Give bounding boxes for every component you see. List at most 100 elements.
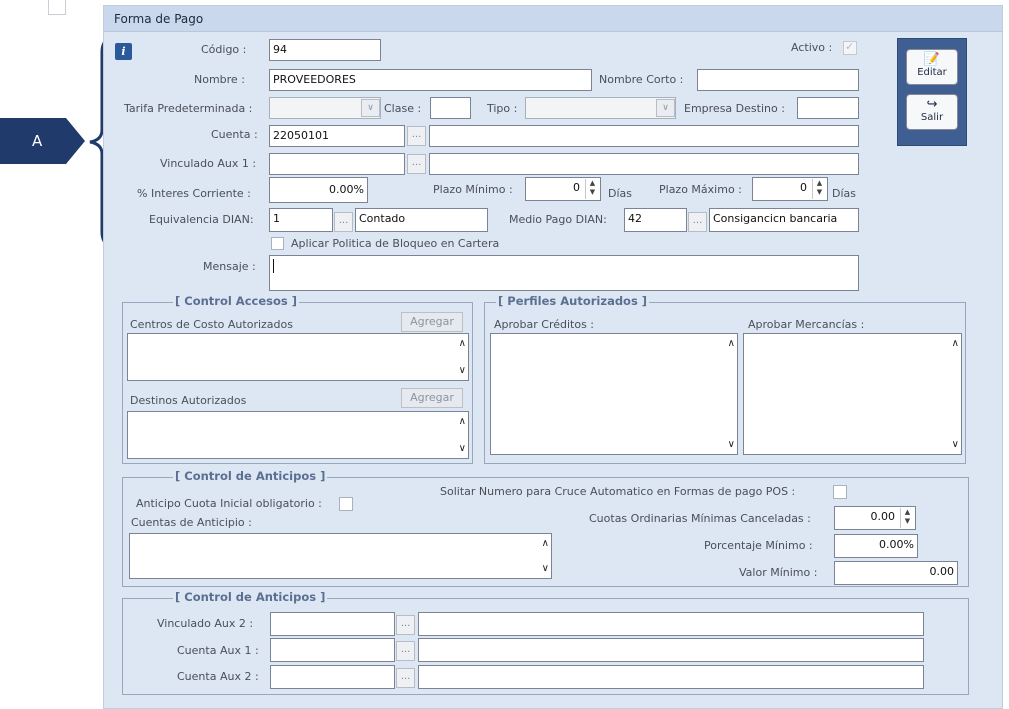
check-icon: ✓ [845, 40, 855, 53]
plazo-maximo-field[interactable]: 0 ▲ ▼ [752, 177, 828, 201]
scrollbar[interactable]: ∧ ∨ [451, 412, 468, 458]
nombre-corto-field[interactable] [697, 69, 859, 91]
equivalencia-dian-field[interactable]: 1 [269, 208, 333, 232]
porcentaje-minimo-field[interactable]: 0.00% [834, 534, 918, 558]
chevron-down-icon[interactable]: ∨ [459, 365, 466, 376]
scrollbar[interactable]: ∧ ∨ [944, 334, 961, 454]
callout-arrow-shape [0, 118, 85, 164]
medio-pago-dian-field[interactable]: 42 [624, 208, 687, 232]
plazo-maximo-spinner[interactable]: ▲ ▼ [812, 179, 826, 199]
cuota-inicial-checkbox[interactable] [339, 497, 353, 511]
cuenta-aux2-field[interactable] [270, 665, 395, 689]
tipo-label: Tipo : [487, 102, 518, 115]
chevron-up-icon[interactable]: ∧ [542, 538, 549, 549]
chevron-up-icon[interactable]: ∧ [459, 338, 466, 349]
cuenta-label: Cuenta : [211, 128, 258, 141]
destinos-list[interactable]: ∧ ∨ [127, 411, 469, 459]
plazo-minimo-spinner[interactable]: ▲ ▼ [585, 179, 599, 199]
cuenta-field[interactable]: 22050101 [269, 125, 405, 147]
plazo-maximo-label: Plazo Máximo : [659, 183, 742, 196]
chevron-down-icon[interactable]: ∨ [656, 99, 675, 117]
codigo-label: Código : [201, 43, 247, 56]
codigo-field[interactable]: 94 [269, 39, 381, 61]
chevron-down-icon[interactable]: ∨ [361, 99, 380, 117]
aplicar-politica-checkbox[interactable] [271, 237, 284, 250]
exit-button[interactable]: ↪ Salir [906, 94, 958, 130]
cuenta-aux2-lookup-button[interactable]: ... [396, 668, 415, 688]
equivalencia-dian-lookup-button[interactable]: ... [334, 212, 353, 232]
valor-minimo-label: Valor Mínimo : [739, 566, 818, 579]
plazo-minimo-label: Plazo Mínimo : [433, 183, 513, 196]
mensaje-field[interactable] [269, 255, 859, 291]
cuenta-aux1-description [418, 638, 924, 662]
plazo-maximo-value: 0 [800, 181, 807, 194]
scrollbar[interactable]: ∧ ∨ [534, 534, 551, 578]
vinculado-aux2-lookup-button[interactable]: ... [396, 615, 415, 635]
vinculado-aux2-label: Vinculado Aux 2 : [157, 617, 254, 630]
vinculado-aux1-lookup-button[interactable]: ... [407, 154, 426, 174]
chevron-down-icon[interactable]: ∨ [542, 563, 549, 574]
cuenta-aux2-description [418, 665, 924, 689]
plazo-minimo-field[interactable]: 0 ▲ ▼ [525, 177, 601, 201]
anticipos-title: [ Control de Anticipos ] [173, 469, 328, 483]
activo-checkbox[interactable]: ✓ [843, 40, 857, 55]
callout-label: A [32, 132, 43, 150]
interes-field[interactable]: 0.00% [269, 177, 368, 203]
vinculado-aux1-field[interactable] [269, 153, 405, 175]
control-accesos-title: [ Control Accesos ] [173, 294, 299, 308]
cuotas-spinner[interactable]: ▲ ▼ [900, 508, 914, 528]
info-icon[interactable]: i [115, 43, 132, 60]
cuenta-aux1-field[interactable] [270, 638, 395, 662]
cuotas-ordinarias-field[interactable]: 0.00 ▲ ▼ [834, 506, 916, 530]
chevron-down-icon[interactable]: ∨ [459, 443, 466, 454]
cuentas-anticipio-label: Cuentas de Anticipio : [131, 516, 252, 529]
aprobar-mercancias-label: Aprobar Mercancías : [748, 318, 865, 331]
agregar-destinos-button[interactable]: Agregar [401, 388, 463, 408]
edit-button[interactable]: 📝 Editar [906, 49, 958, 85]
medio-pago-dian-description: Consigancicn bancaria [709, 208, 859, 232]
cuotas-ordinarias-label: Cuotas Ordinarias Mínimas Canceladas : [589, 512, 811, 525]
plazo-minimo-value: 0 [573, 181, 580, 194]
tipo-select[interactable] [525, 97, 676, 119]
solicitar-numero-checkbox[interactable] [833, 485, 847, 499]
clase-label: Clase : [384, 102, 422, 115]
cuenta-aux1-label: Cuenta Aux 1 : [177, 644, 259, 657]
empresa-destino-field[interactable] [797, 97, 859, 119]
cuentas-anticipio-list[interactable]: ∧ ∨ [129, 533, 552, 579]
agregar-centros-button[interactable]: Agregar [401, 312, 463, 332]
scrollbar[interactable]: ∧ ∨ [720, 334, 737, 454]
exit-icon: ↪ [926, 97, 938, 112]
vinculado-aux1-label: Vinculado Aux 1 : [160, 157, 257, 170]
callout-a: A [0, 118, 85, 164]
valor-minimo-field[interactable]: 0.00 [834, 561, 958, 585]
vinculado-aux2-field[interactable] [270, 612, 395, 636]
solicitar-numero-label: Solitar Numero para Cruce Automatico en … [440, 485, 796, 498]
chevron-up-icon[interactable]: ∧ [728, 338, 735, 349]
toolbar-panel: 📝 Editar ↪ Salir [897, 38, 967, 146]
chevron-down-icon[interactable]: ∨ [952, 439, 959, 450]
chevron-down-icon[interactable]: ∨ [728, 439, 735, 450]
edit-button-label: Editar [917, 67, 947, 78]
aprobar-mercancias-list[interactable]: ∧ ∨ [743, 333, 962, 455]
mensaje-label: Mensaje : [203, 260, 256, 273]
cuota-inicial-label: Anticipo Cuota Inicial obligatorio : [136, 497, 322, 510]
clase-field[interactable] [430, 97, 471, 119]
cuenta-lookup-button[interactable]: ... [407, 126, 426, 146]
medio-pago-dian-lookup-button[interactable]: ... [688, 212, 707, 232]
nombre-field[interactable]: PROVEEDORES [269, 69, 592, 91]
scrollbar[interactable]: ∧ ∨ [451, 334, 468, 380]
centros-costo-list[interactable]: ∧ ∨ [127, 333, 469, 381]
cuenta-aux2-label: Cuenta Aux 2 : [177, 670, 259, 683]
chevron-up-icon[interactable]: ∧ [459, 416, 466, 427]
chevron-up-icon[interactable]: ∧ [952, 338, 959, 349]
aprobar-creditos-list[interactable]: ∧ ∨ [490, 333, 738, 455]
anticipos2-title: [ Control de Anticipos ] [173, 590, 328, 604]
cuenta-aux1-lookup-button[interactable]: ... [396, 641, 415, 661]
plazo-maximo-unit: Días [832, 187, 856, 200]
plazo-minimo-unit: Días [608, 187, 632, 200]
text-cursor [273, 259, 274, 273]
porcentaje-minimo-label: Porcentaje Mínimo : [704, 539, 813, 552]
nombre-corto-label: Nombre Corto : [599, 73, 684, 86]
nombre-label: Nombre : [194, 73, 245, 86]
window-title: Forma de Pago [114, 12, 204, 26]
